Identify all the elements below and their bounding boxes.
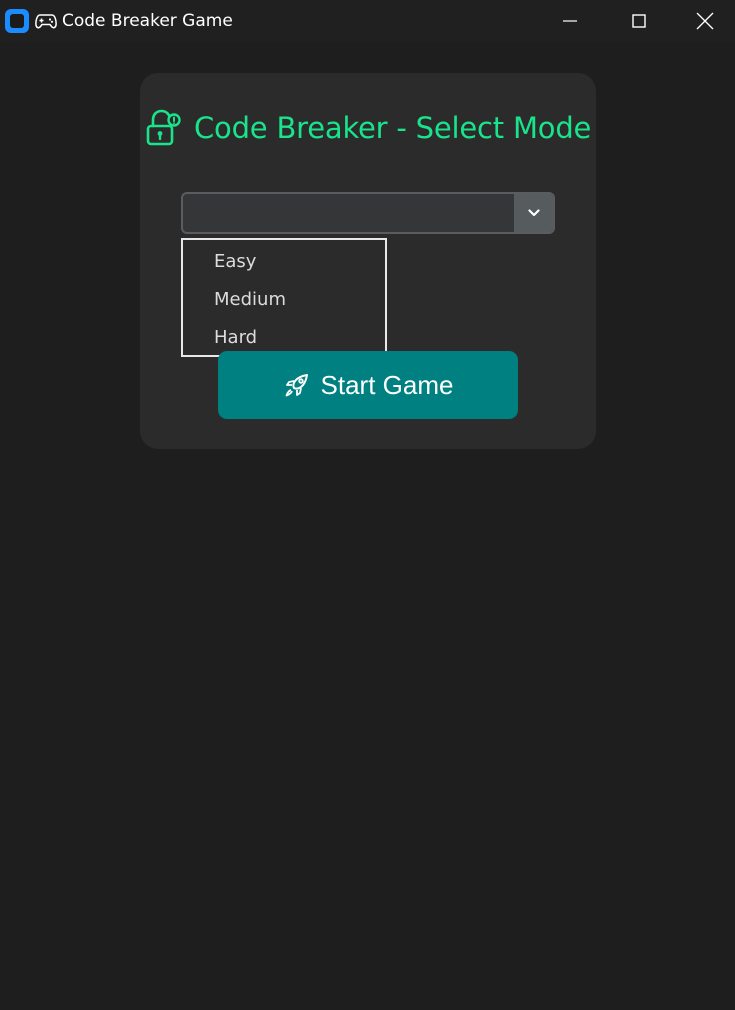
maximize-icon <box>632 14 646 28</box>
rocket-icon <box>285 374 308 397</box>
page-heading: Code Breaker - Select Mode <box>146 108 591 148</box>
chevron-down-icon <box>527 209 540 217</box>
mode-dropdown: Easy Medium Hard <box>181 238 387 357</box>
minimize-icon <box>563 20 577 22</box>
mode-option-hard[interactable]: Hard <box>214 327 257 348</box>
gamepad-icon <box>35 14 57 29</box>
mode-option-medium[interactable]: Medium <box>214 289 286 310</box>
mode-select[interactable] <box>181 192 555 234</box>
mode-option-easy[interactable]: Easy <box>214 251 256 272</box>
mode-select-toggle[interactable] <box>514 194 553 232</box>
minimize-button[interactable] <box>535 0 605 42</box>
start-game-label: Start Game <box>320 369 454 400</box>
window-title: Code Breaker Game <box>62 11 233 31</box>
title-bar: Code Breaker Game <box>0 0 735 42</box>
close-icon <box>696 12 713 30</box>
close-button[interactable] <box>674 0 735 42</box>
app-icon <box>5 9 29 33</box>
page-title: Code Breaker - Select Mode <box>194 111 592 145</box>
maximize-button[interactable] <box>604 0 674 42</box>
lock-key-icon <box>146 109 181 146</box>
start-game-button[interactable]: Start Game <box>218 351 518 419</box>
